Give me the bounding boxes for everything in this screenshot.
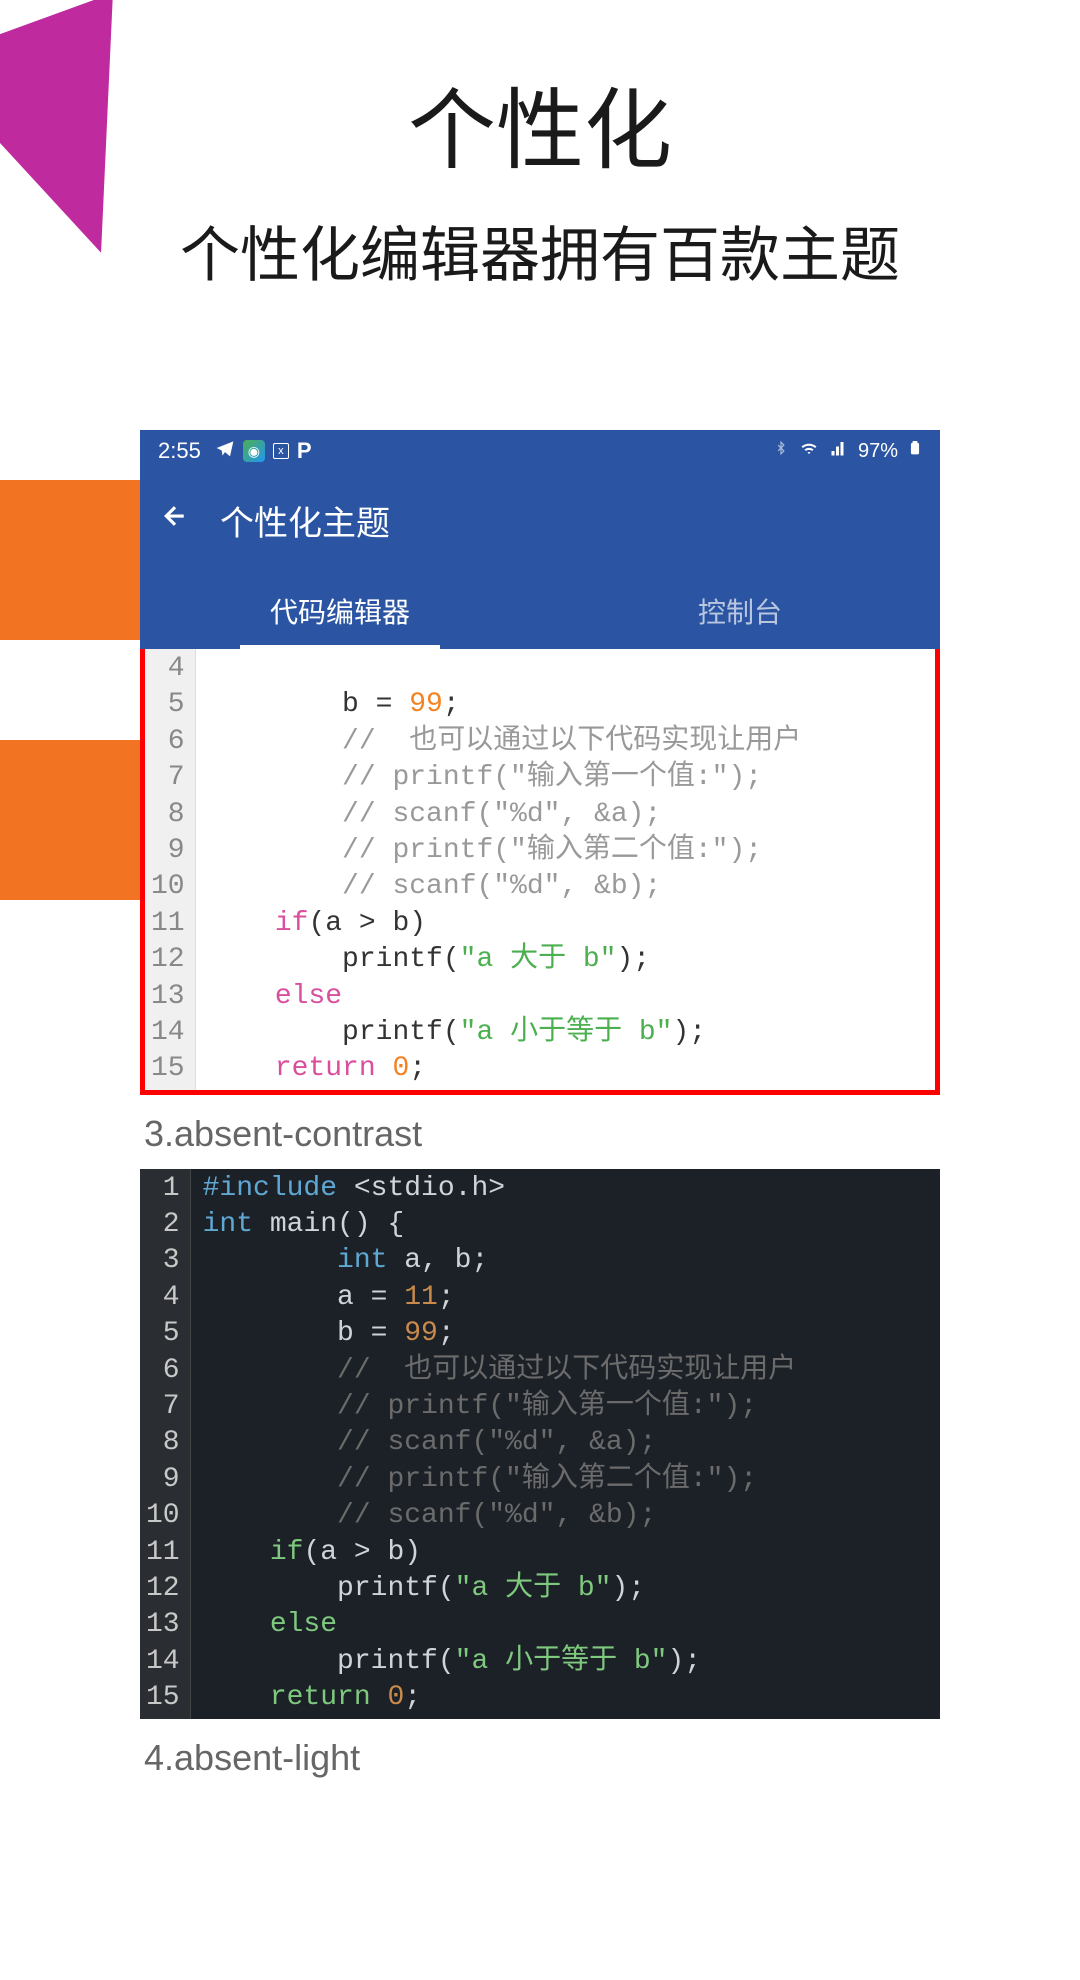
code-line: a = 11;: [203, 1280, 940, 1316]
line-number: 7: [146, 1389, 180, 1425]
code-line: int a, b;: [203, 1243, 940, 1279]
line-number: 4: [146, 1280, 180, 1316]
line-number: 8: [146, 1425, 180, 1461]
code-line: printf("a 小于等于 b");: [208, 1015, 802, 1051]
code-line: return 0;: [208, 1051, 802, 1087]
code-line: [208, 651, 802, 687]
code-line: // printf("输入第一个值:");: [208, 760, 802, 796]
line-number: 5: [151, 687, 185, 723]
status-bar: 2:55 ◉ x P 97%: [140, 430, 940, 472]
code-line: else: [203, 1607, 940, 1643]
line-number: 7: [151, 760, 185, 796]
line-number: 8: [151, 797, 185, 833]
code-line: // printf("输入第一个值:");: [203, 1389, 940, 1425]
line-number: 13: [146, 1607, 180, 1643]
line-number: 14: [146, 1644, 180, 1680]
code-line: // scanf("%d", &b);: [203, 1498, 940, 1534]
code-line: b = 99;: [203, 1316, 940, 1352]
line-number: 1: [146, 1171, 180, 1207]
code-line: // printf("输入第二个值:");: [208, 833, 802, 869]
line-number: 15: [146, 1680, 180, 1716]
tab-code-editor[interactable]: 代码编辑器: [140, 573, 540, 649]
line-number: 12: [146, 1571, 180, 1607]
code-line: printf("a 大于 b");: [208, 942, 802, 978]
phone-screenshot: 2:55 ◉ x P 97%: [140, 430, 940, 1793]
code-preview-light: 4 5 6 7 8 9 10 11 12 13 14 15 b = 99; //…: [140, 649, 940, 1095]
code-line: // printf("输入第二个值:");: [203, 1462, 940, 1498]
theme-label-3: 3.absent-contrast: [140, 1095, 940, 1169]
signal-icon: [830, 439, 848, 463]
line-number: 15: [151, 1051, 185, 1087]
line-number: 2: [146, 1207, 180, 1243]
app-bar-title: 个性化主题: [220, 496, 390, 545]
status-time: 2:55: [158, 438, 201, 464]
code-line: b = 99;: [208, 687, 802, 723]
line-number: 13: [151, 979, 185, 1015]
line-gutter-dark: 1 2 3 4 5 6 7 8 9 10 11 12 13 14 15: [140, 1169, 191, 1719]
bluetooth-icon: [774, 439, 788, 463]
battery-icon: [908, 438, 922, 464]
back-arrow-icon[interactable]: [160, 501, 190, 540]
line-number: 6: [146, 1353, 180, 1389]
code-line: return 0;: [203, 1680, 940, 1716]
line-number: 11: [146, 1535, 180, 1571]
code-content-light: b = 99; // 也可以通过以下代码实现让用户 // printf("输入第…: [196, 649, 802, 1090]
p-icon: P: [297, 438, 312, 464]
line-number: 11: [151, 906, 185, 942]
code-line: printf("a 小于等于 b");: [203, 1644, 940, 1680]
line-number: 4: [151, 651, 185, 687]
code-line: // 也可以通过以下代码实现让用户: [208, 724, 802, 760]
code-line: #include <stdio.h>: [203, 1171, 940, 1207]
telegram-icon: [215, 438, 235, 464]
code-content-dark: #include <stdio.h>int main() { int a, b;…: [191, 1169, 940, 1719]
battery-percent: 97%: [858, 440, 898, 463]
code-line: if(a > b): [203, 1535, 940, 1571]
line-gutter-light: 4 5 6 7 8 9 10 11 12 13 14 15: [145, 649, 196, 1090]
line-number: 9: [151, 833, 185, 869]
tabs: 代码编辑器 控制台: [140, 573, 940, 649]
theme-label-4: 4.absent-light: [140, 1719, 940, 1793]
code-line: if(a > b): [208, 906, 802, 942]
code-preview-dark: 1 2 3 4 5 6 7 8 9 10 11 12 13 14 15 #inc…: [140, 1169, 940, 1719]
line-number: 12: [151, 942, 185, 978]
calendar-icon: x: [273, 443, 289, 459]
line-number: 10: [146, 1498, 180, 1534]
wifi-icon: [798, 439, 820, 463]
app-bar: 个性化主题: [140, 472, 940, 573]
line-number: 5: [146, 1316, 180, 1352]
code-line: // 也可以通过以下代码实现让用户: [203, 1353, 940, 1389]
code-line: int main() {: [203, 1207, 940, 1243]
code-line: // scanf("%d", &b);: [208, 869, 802, 905]
tab-console[interactable]: 控制台: [540, 573, 940, 649]
app-icon: ◉: [243, 440, 265, 462]
status-icons-left: ◉ x P: [215, 438, 312, 464]
code-line: // scanf("%d", &a);: [208, 797, 802, 833]
code-line: else: [208, 979, 802, 1015]
line-number: 3: [146, 1243, 180, 1279]
line-number: 6: [151, 724, 185, 760]
line-number: 10: [151, 869, 185, 905]
line-number: 14: [151, 1015, 185, 1051]
code-line: printf("a 大于 b");: [203, 1571, 940, 1607]
code-line: // scanf("%d", &a);: [203, 1425, 940, 1461]
line-number: 9: [146, 1462, 180, 1498]
